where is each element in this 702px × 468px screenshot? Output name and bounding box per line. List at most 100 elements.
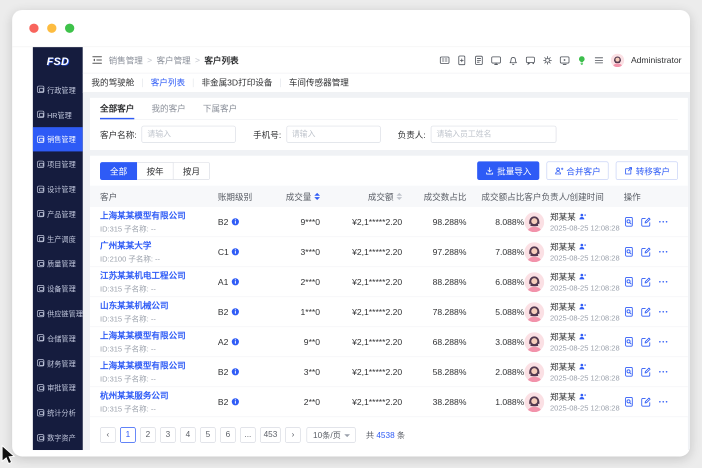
sidebar-item[interactable]: 统计分析: [33, 400, 83, 425]
more-actions-icon[interactable]: [658, 306, 669, 317]
sidebar-item[interactable]: 设计管理: [33, 177, 83, 202]
view-detail-icon[interactable]: [624, 306, 635, 317]
sidebar-item[interactable]: 产品管理: [33, 201, 83, 226]
edit-icon[interactable]: [641, 396, 652, 407]
more-actions-icon[interactable]: [658, 336, 669, 347]
customer-name-link[interactable]: 上海某某模型有限公司: [100, 329, 218, 341]
owner-transfer-icon[interactable]: [579, 333, 587, 341]
page-button[interactable]: ›: [285, 427, 301, 443]
sidebar-item[interactable]: 生产调度: [33, 226, 83, 251]
more-actions-icon[interactable]: [658, 276, 669, 287]
window-zoom-button[interactable]: [65, 24, 74, 33]
transfer-customer-button[interactable]: 转移客户: [616, 161, 678, 180]
view-detail-icon[interactable]: [624, 366, 635, 377]
edit-icon[interactable]: [641, 306, 652, 317]
customer-name-link[interactable]: 江苏某某机电工程公司: [100, 269, 218, 281]
time-segment[interactable]: 按月: [174, 162, 210, 180]
customer-name-link[interactable]: 广州某某大学: [100, 239, 218, 251]
view-detail-icon[interactable]: [624, 276, 635, 287]
edit-icon[interactable]: [641, 246, 652, 257]
message-icon[interactable]: [525, 55, 536, 66]
sidebar-item[interactable]: 审批管理: [33, 375, 83, 400]
view-detail-icon[interactable]: [624, 336, 635, 347]
owner-transfer-icon[interactable]: [579, 273, 587, 281]
sidebar-item[interactable]: 供应链管理: [33, 301, 83, 326]
user-name[interactable]: Administrator: [631, 55, 681, 65]
sidebar-item[interactable]: 行政管理: [33, 77, 83, 102]
more-actions-icon[interactable]: [658, 396, 669, 407]
edit-icon[interactable]: [641, 276, 652, 287]
edit-icon[interactable]: [641, 216, 652, 227]
view-detail-icon[interactable]: [624, 396, 635, 407]
customer-scope-tab[interactable]: 我的客户: [151, 98, 185, 119]
theme-bulb-icon[interactable]: [577, 55, 588, 66]
more-actions-icon[interactable]: [658, 216, 669, 227]
batch-import-button[interactable]: 批量导入: [477, 161, 539, 180]
bell-icon[interactable]: [508, 55, 519, 66]
info-icon[interactable]: [232, 248, 240, 256]
page-button[interactable]: 1: [120, 427, 136, 443]
page-button[interactable]: ...: [240, 427, 256, 443]
view-detail-icon[interactable]: [624, 216, 635, 227]
edit-icon[interactable]: [641, 366, 652, 377]
info-icon[interactable]: [231, 308, 239, 316]
page-button[interactable]: 3: [160, 427, 176, 443]
owner-transfer-icon[interactable]: [579, 303, 587, 311]
page-button[interactable]: 453: [260, 427, 281, 443]
page-button[interactable]: 6: [220, 427, 236, 443]
more-actions-icon[interactable]: [658, 246, 669, 257]
customer-name-link[interactable]: 山东某某机械公司: [100, 299, 218, 311]
customer-scope-tab[interactable]: 全部客户: [100, 98, 134, 119]
merge-customer-button[interactable]: 合并客户: [546, 161, 608, 180]
view-detail-icon[interactable]: [624, 246, 635, 257]
apps-grid-icon[interactable]: [440, 55, 451, 66]
info-icon[interactable]: [231, 278, 239, 286]
sidebar-item[interactable]: 质量管理: [33, 251, 83, 276]
owner-transfer-icon[interactable]: [579, 393, 587, 401]
quick-tab[interactable]: 客户列表: [143, 79, 194, 88]
filter-input[interactable]: [142, 126, 236, 143]
time-segment[interactable]: 按年: [137, 162, 173, 180]
quick-tab[interactable]: 非金属3D打印设备: [194, 79, 281, 88]
owner-transfer-icon[interactable]: [579, 363, 587, 371]
time-segment[interactable]: 全部: [100, 162, 137, 180]
edit-icon[interactable]: [641, 336, 652, 347]
breadcrumb-item[interactable]: 客户管理: [156, 54, 190, 66]
info-icon[interactable]: [231, 338, 239, 346]
page-button[interactable]: 4: [180, 427, 196, 443]
customer-name-link[interactable]: 上海某某模型有限公司: [100, 359, 218, 371]
page-button[interactable]: 2: [140, 427, 156, 443]
customer-name-link[interactable]: 杭州某某服务公司: [100, 389, 218, 401]
document-icon[interactable]: [474, 55, 485, 66]
customer-name-link[interactable]: 上海某某模型有限公司: [100, 209, 218, 221]
sidebar-item[interactable]: 数字资产: [33, 425, 83, 450]
info-icon[interactable]: [231, 398, 239, 406]
window-minimize-button[interactable]: [47, 24, 56, 33]
menu-icon[interactable]: [594, 55, 605, 66]
quick-tab[interactable]: 车间传感器管理: [281, 79, 357, 88]
more-actions-icon[interactable]: [658, 366, 669, 377]
filter-input[interactable]: [286, 126, 380, 143]
menu-fold-icon[interactable]: [91, 54, 102, 65]
customer-scope-tab[interactable]: 下属客户: [203, 98, 237, 119]
user-avatar[interactable]: [611, 53, 625, 67]
breadcrumb-item[interactable]: 销售管理: [109, 54, 143, 66]
sidebar-item[interactable]: 仓储管理: [33, 326, 83, 351]
window-close-button[interactable]: [29, 24, 38, 33]
info-icon[interactable]: [231, 218, 239, 226]
file-add-icon[interactable]: [457, 55, 468, 66]
quick-tab[interactable]: 我的驾驶舱: [91, 79, 142, 88]
owner-transfer-icon[interactable]: [579, 213, 587, 221]
page-button[interactable]: ‹: [100, 427, 116, 443]
sidebar-item[interactable]: 销售管理: [33, 127, 83, 152]
sidebar-item[interactable]: 设备管理: [33, 276, 83, 301]
sidebar-item[interactable]: 项目管理: [33, 152, 83, 177]
gear-icon[interactable]: [542, 55, 553, 66]
filter-input[interactable]: [431, 126, 557, 143]
screencast-icon[interactable]: [560, 55, 571, 66]
monitor-icon[interactable]: [491, 55, 502, 66]
page-size-select[interactable]: 10条/页: [307, 427, 356, 443]
info-icon[interactable]: [231, 368, 239, 376]
sidebar-item[interactable]: 财务管理: [33, 351, 83, 376]
page-button[interactable]: 5: [200, 427, 216, 443]
